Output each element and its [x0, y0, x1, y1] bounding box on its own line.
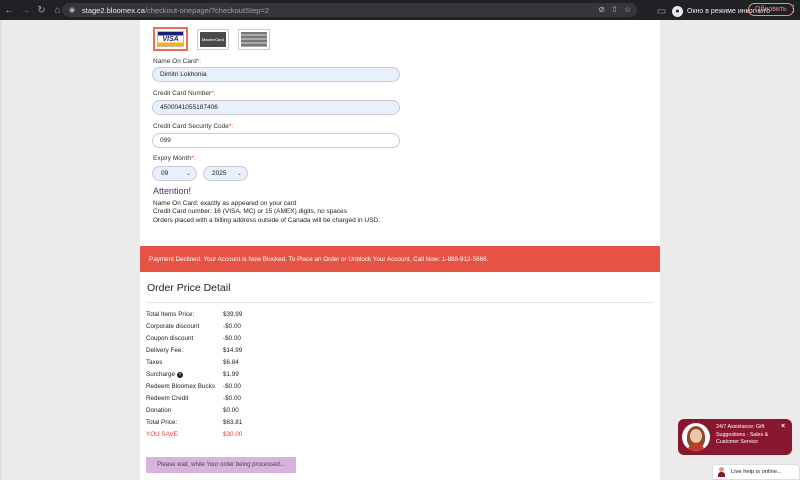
live-help-label: Live help is online... [731, 469, 782, 475]
name-on-card-label: Name On Card*: [153, 58, 202, 65]
chat-popup[interactable]: 24/7 Assistance: Gift Suggestions - Sale… [678, 419, 792, 455]
summary-row: Taxes $6.84 [146, 359, 239, 366]
share-icon[interactable]: ⇧ [611, 5, 618, 14]
note-line: Orders placed with a billing address out… [153, 216, 380, 224]
checkout-panel: VISA MasterCard Name On Card*: Dimitri L… [140, 20, 660, 480]
eye-off-icon[interactable]: ⊘ [598, 5, 605, 14]
agent-icon [718, 467, 726, 477]
sidebar-panel-icon[interactable]: ▭ [655, 4, 668, 18]
mastercard-logo-icon: MasterCard [200, 32, 226, 47]
lock-icon[interactable]: ◉ [69, 6, 77, 14]
you-save-row: YOU SAVE: $30.00 [146, 431, 243, 438]
expiry-month-select[interactable]: 09 ⌄ [152, 166, 197, 181]
card-number-label: Credit Card Number*: [153, 90, 216, 97]
close-icon[interactable]: × [781, 423, 785, 430]
visa-logo-icon: VISA [157, 31, 184, 47]
card-number-input[interactable]: 4500041055187406 [152, 100, 400, 115]
forward-icon[interactable]: → [19, 3, 32, 17]
name-on-card-input[interactable]: Dimitri Lokhonia [152, 67, 400, 82]
url-host: stage2.bloomex.ca [82, 5, 145, 15]
payment-declined-banner: Payment Declined. Your Account is Now Bl… [140, 246, 660, 272]
summary-row: Surcharge? $1.99 [146, 371, 239, 378]
summary-row: Total Price: $63.81 [146, 419, 243, 426]
summary-row: Redeem Bloomex Bucks -$0.00 [146, 383, 241, 390]
summary-row: Total Items Price: $39.99 [146, 311, 243, 318]
order-summary-title: Order Price Detail [147, 282, 231, 294]
url-path: /checkout-onepage/?checkoutStep=2 [144, 5, 270, 15]
page-edge [0, 20, 2, 480]
note-line: Name On Card: exactly as appeared on you… [153, 200, 297, 207]
help-icon[interactable]: ? [177, 372, 184, 378]
back-icon[interactable]: ← [3, 3, 16, 17]
incognito-icon: ● [672, 5, 683, 17]
attention-title: Attention! [153, 186, 192, 196]
chevron-down-icon: ⌄ [185, 171, 191, 177]
expiry-year-select[interactable]: 2025 ⌄ [203, 166, 248, 181]
agent-avatar [682, 423, 710, 451]
summary-row: Delivery Fee: $14.99 [146, 347, 243, 354]
expiry-month-label: Expiry Month*: [153, 155, 196, 162]
chat-message: 24/7 Assistance: Gift Suggestions - Sale… [716, 424, 769, 445]
attention-notes: Name On Card: exactly as appeared on you… [153, 200, 380, 225]
card-mastercard-option[interactable]: MasterCard [197, 29, 229, 50]
star-icon[interactable]: ☆ [624, 5, 631, 14]
live-help-tab[interactable]: Live help is online... [712, 464, 800, 480]
reload-icon[interactable]: ↻ [35, 3, 48, 17]
processing-button[interactable]: Please wait, while Your order being proc… [146, 457, 296, 473]
menu-icon[interactable]: ⋮ [789, 3, 798, 14]
chevron-down-icon: ⌄ [236, 171, 242, 177]
update-button[interactable]: Обновить [748, 3, 794, 16]
expiry-year-value: 2025 [212, 170, 227, 177]
summary-row: Coupon discount -$0.00 [146, 335, 241, 342]
divider [146, 302, 654, 303]
note-line: Credit Card number: 16 (VISA, MC) or 15 … [153, 208, 347, 216]
browser-toolbar: ← → ↻ ⌂ ◉ stage2.bloomex.ca/checkout-one… [0, 0, 800, 20]
summary-row: Corporate discount -$0.00 [146, 323, 241, 330]
card-visa-option[interactable]: VISA [153, 27, 188, 51]
card-type-selector: VISA MasterCard [153, 27, 270, 51]
security-code-label: Credit Card Security Code*: [153, 123, 234, 130]
security-code-input[interactable]: 099 [152, 133, 400, 148]
address-bar[interactable]: ◉ stage2.bloomex.ca/checkout-onepage/?ch… [62, 3, 637, 17]
expiry-month-value: 09 [161, 170, 169, 177]
summary-row: Donation $0.00 [146, 407, 239, 414]
card-amex-option[interactable] [238, 29, 270, 50]
summary-row: Redeem Credit -$0.00 [146, 395, 241, 402]
amex-logo-icon [241, 32, 267, 47]
